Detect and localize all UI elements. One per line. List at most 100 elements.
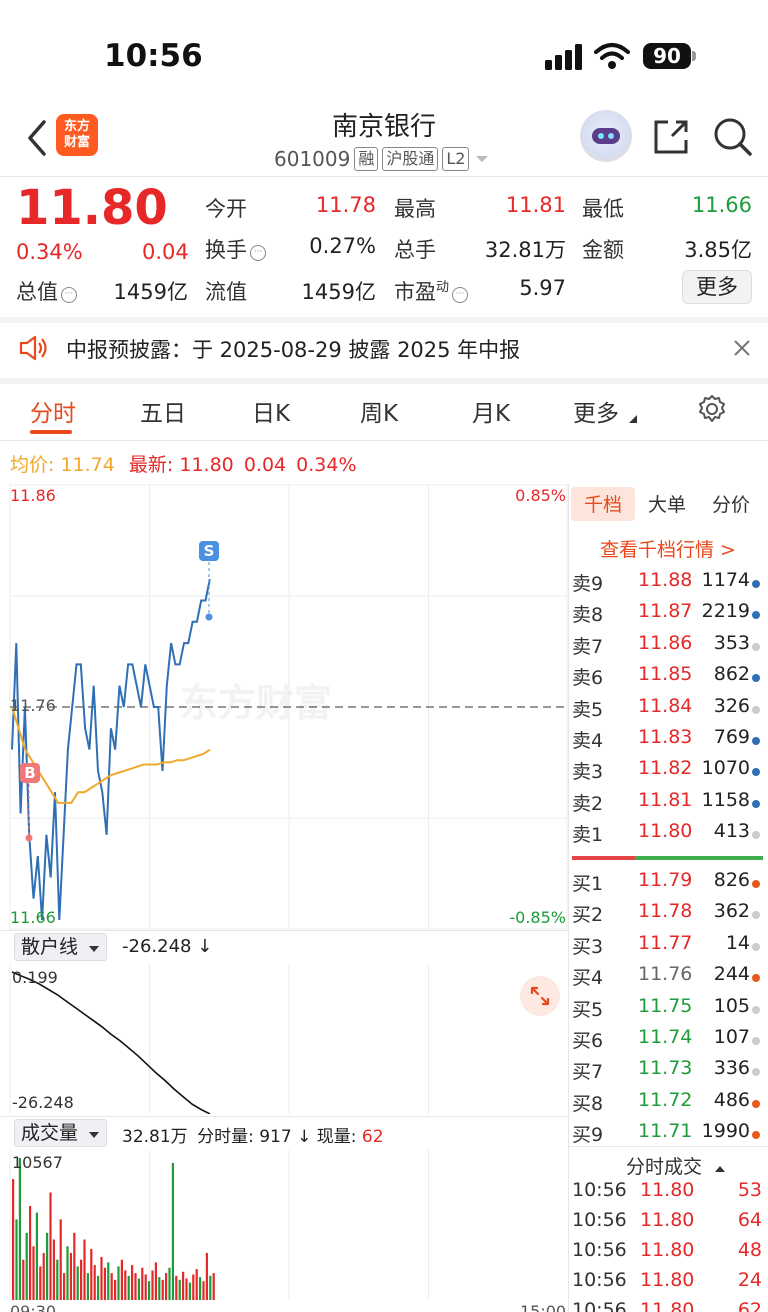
tab-daily-k[interactable]: 日K — [252, 394, 290, 428]
settings-gear-icon[interactable] — [696, 393, 728, 425]
volume-bar — [15, 1219, 18, 1300]
avg-price-line: 均价: 11.74 最新: 11.80 0.04 0.34% — [10, 450, 357, 477]
ask-row[interactable]: 卖3 11.82 1070 — [572, 757, 768, 788]
ask-volume: 353 — [713, 631, 750, 654]
more-button[interactable]: 更多 — [682, 270, 752, 304]
tab-qiandang[interactable]: 千档 — [584, 490, 622, 517]
volume-bar — [171, 1162, 174, 1300]
high-label: 最高 — [394, 197, 436, 221]
bid-level: 买1 — [572, 873, 604, 895]
ai-assistant-avatar[interactable] — [580, 110, 632, 162]
volume-bar — [185, 1278, 188, 1300]
volume-bar — [110, 1273, 113, 1300]
tab-monthly-k[interactable]: 月K — [472, 394, 510, 428]
ask-row[interactable]: 卖1 11.80 413 — [572, 820, 768, 851]
stock-code-line[interactable]: 601009 融 沪股通 L2 — [274, 147, 491, 171]
avg-value: 11.74 — [60, 454, 115, 476]
bid-row[interactable]: 买1 11.79 826 — [572, 869, 768, 900]
bid-row[interactable]: 买5 11.75 105 — [572, 995, 768, 1026]
mktcap-label[interactable]: 总值 ··· — [16, 276, 77, 306]
turnover-value: 0.27% — [309, 234, 376, 258]
y-left-bottom-tick: 11.66 — [10, 908, 56, 927]
trade-time: 10:56 — [572, 1209, 627, 1231]
ask-level: 卖3 — [572, 761, 604, 784]
bid-price: 11.76 — [638, 963, 693, 986]
ask-row[interactable]: 卖2 11.81 1158 — [572, 789, 768, 820]
bid-price: 11.74 — [638, 1026, 693, 1048]
bid-dot — [752, 911, 760, 920]
bid-row[interactable]: 买8 11.72 486 — [572, 1089, 768, 1120]
retail-line-selector[interactable]: 散户线 — [14, 933, 108, 961]
robot-icon — [592, 128, 620, 144]
dropdown-triangle-icon — [89, 1132, 100, 1138]
ask-row[interactable]: 卖8 11.87 2219 — [572, 600, 768, 631]
retail-top-tick: 0.199 — [12, 968, 58, 987]
notice-text[interactable]: 中报预披露：于 2025-08-29 披露 2025 年中报 — [66, 334, 520, 364]
trade-row: 10:56 11.80 64 — [572, 1209, 768, 1237]
trades-title[interactable]: 分时成交 — [626, 1152, 726, 1179]
bid-volume: 1990 — [701, 1120, 750, 1143]
volume-selector[interactable]: 成交量 — [14, 1119, 108, 1147]
pe-label[interactable]: 市盈动 ··· — [394, 276, 469, 306]
tab-five-day[interactable]: 五日 — [140, 394, 186, 428]
bid-row[interactable]: 买2 11.78 362 — [572, 900, 768, 931]
retail-line-chart[interactable] — [0, 964, 568, 1114]
battery-tip — [692, 51, 696, 61]
volume-bar — [168, 1267, 171, 1300]
status-time: 10:56 — [104, 38, 203, 74]
expand-button[interactable] — [520, 976, 560, 1016]
turnover-label[interactable]: 换手 ··· — [205, 234, 266, 264]
chevron-down-icon[interactable] — [473, 153, 491, 165]
volume-bar — [178, 1279, 181, 1300]
tab-price-distribution[interactable]: 分价 — [712, 490, 750, 517]
ask-row[interactable]: 卖4 11.83 769 — [572, 726, 768, 757]
volume-bar — [165, 1273, 168, 1300]
ask-level: 卖6 — [572, 667, 604, 690]
tab-intraday[interactable]: 分时 — [30, 394, 76, 428]
volume-bar — [151, 1270, 154, 1300]
tab-weekly-k[interactable]: 周K — [360, 394, 398, 428]
dropdown-triangle-icon — [89, 946, 100, 952]
bid-dot — [752, 1099, 760, 1108]
bid-price: 11.79 — [638, 869, 693, 891]
ask-row[interactable]: 卖9 11.88 1174 — [572, 569, 768, 600]
latest-value: 11.80 — [179, 454, 234, 476]
ask-row[interactable]: 卖7 11.86 353 — [572, 632, 768, 663]
trade-volume: 48 — [737, 1239, 762, 1261]
ask-row[interactable]: 卖5 11.84 326 — [572, 695, 768, 726]
info-icon[interactable]: ··· — [250, 245, 266, 261]
trade-price: 11.80 — [640, 1269, 695, 1291]
volume-chart[interactable] — [0, 1150, 568, 1300]
x-end-label: 15:00 — [520, 1302, 567, 1312]
wifi-icon — [594, 43, 630, 69]
open-label: 今开 — [205, 197, 247, 221]
buy-marker[interactable]: B — [20, 763, 40, 783]
ask-pressure-bar — [572, 856, 635, 860]
search-icon[interactable] — [712, 116, 754, 158]
bid-dot — [752, 1037, 760, 1045]
ask-row[interactable]: 卖6 11.85 862 — [572, 663, 768, 694]
ask-price: 11.86 — [638, 631, 693, 654]
trade-price: 11.80 — [640, 1239, 695, 1261]
close-icon[interactable] — [733, 339, 751, 357]
bid-row[interactable]: 买6 11.74 107 — [572, 1026, 768, 1057]
down-arrow-icon: ↓ — [197, 936, 213, 957]
bid-level: 买8 — [572, 1092, 604, 1115]
sell-marker[interactable]: S — [199, 541, 219, 561]
bid-row[interactable]: 买7 11.73 336 — [572, 1057, 768, 1088]
trade-volume: 62 — [737, 1299, 762, 1312]
ask-volume: 769 — [713, 726, 750, 748]
y-left-mid-tick: 11.76 — [10, 696, 56, 715]
bid-row[interactable]: 买3 11.77 14 — [572, 932, 768, 963]
info-icon[interactable]: ··· — [452, 287, 469, 303]
tab-big-order[interactable]: 大单 — [648, 490, 686, 517]
bid-volume: 336 — [713, 1057, 750, 1080]
trade-volume: 53 — [737, 1179, 762, 1201]
info-icon[interactable]: ··· — [61, 287, 77, 303]
tab-more[interactable]: 更多 — [573, 394, 619, 428]
bid-row[interactable]: 买4 11.76 244 — [572, 963, 768, 994]
view-qiandang-link[interactable]: 查看千档行情 > — [568, 535, 768, 562]
bid-price: 11.77 — [638, 931, 693, 954]
share-icon[interactable] — [652, 118, 690, 156]
bid-price: 11.71 — [638, 1120, 693, 1143]
